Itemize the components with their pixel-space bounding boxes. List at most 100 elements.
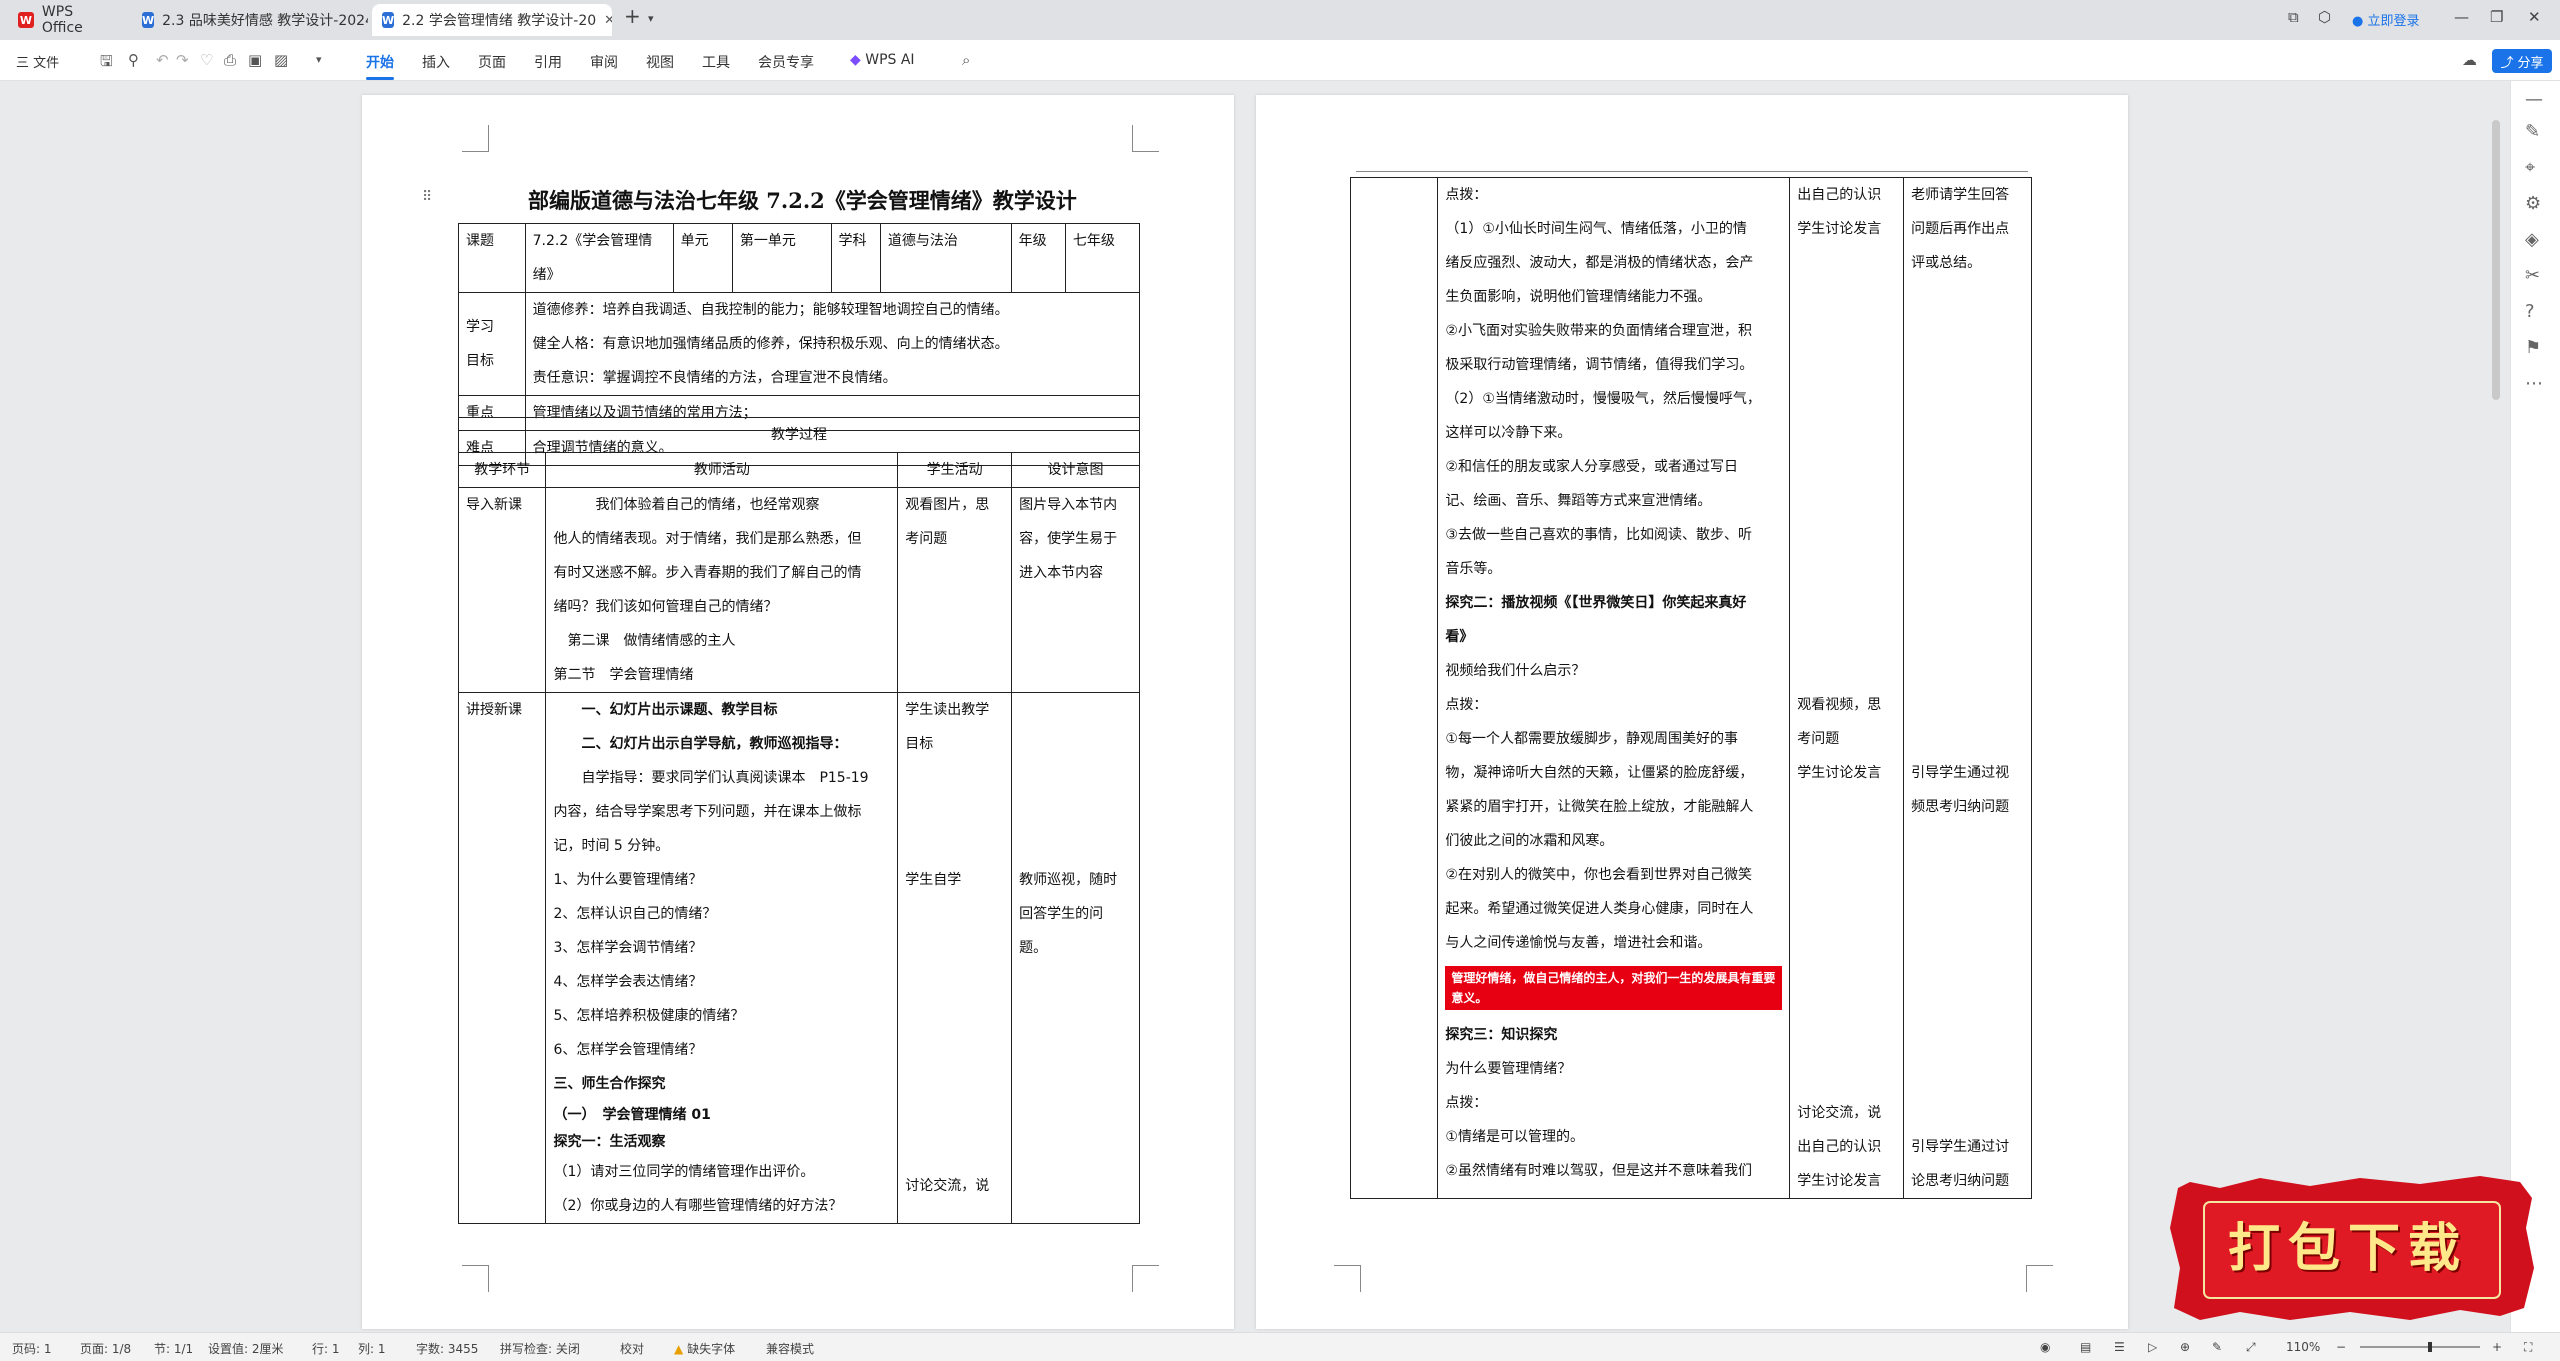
play-icon[interactable]: ▷ (2148, 1340, 2157, 1354)
chevron-down-icon[interactable]: ▾ (648, 12, 654, 25)
word-doc-icon: W (142, 12, 155, 28)
outline-view-icon[interactable]: ☰ (2114, 1340, 2125, 1354)
cell-line: 出自己的认识 (1797, 1139, 1882, 1155)
highlight-note-box: 管理好情绪，做自己情绪的主人，对我们一生的发展具有重要意义。 (1445, 966, 1783, 1010)
pen-icon[interactable]: ✎ (2212, 1340, 2222, 1354)
vertical-scrollbar[interactable] (2492, 120, 2500, 400)
share-button[interactable]: ⤴ 分享 (2492, 49, 2552, 73)
close-window-icon[interactable]: ✕ (2528, 8, 2541, 26)
tab-document-2-3[interactable]: W 2.3 品味美好情感 教学设计-2024-20 (132, 4, 368, 36)
status-compat-mode[interactable]: 兼容模式 (766, 1340, 814, 1357)
search-icon[interactable]: ⌕ (962, 51, 970, 69)
status-row[interactable]: 行: 1 (312, 1340, 340, 1357)
zoom-slider[interactable] (2360, 1342, 2480, 1352)
tab-references[interactable]: 引用 (534, 52, 562, 72)
zoom-in-icon[interactable]: + (2492, 1340, 2502, 1354)
cell-line: 观看视频，思 (1797, 697, 1882, 713)
page-view-icon[interactable]: ▤ (2080, 1340, 2091, 1354)
column-header: 教师活动 (545, 452, 899, 488)
tab-document-2-2[interactable]: W 2.2 学会管理情绪 教学设计-20 ✕ (372, 4, 612, 36)
header-line (1356, 171, 2028, 172)
cell-line: ③去做一些自己喜欢的事情，比如阅读、散步、听 (1445, 527, 1752, 543)
cube-icon[interactable]: ⬡ (2318, 8, 2331, 26)
undo-icon[interactable]: ↶ (156, 51, 169, 69)
document-page-1[interactable]: ⠿ 部编版道德与法治七年级 7.2.2《学会管理情绪》教学设计 课题 7.2.2… (362, 95, 1234, 1329)
select-cursor-icon[interactable]: ⌖ (2525, 157, 2535, 178)
tab-wps-office[interactable]: W WPS Office (8, 4, 128, 36)
tab-insert[interactable]: 插入 (422, 52, 450, 72)
cell-line: 4、怎样学会表达情绪？ (553, 974, 703, 990)
login-button[interactable]: ● 立即登录 (2352, 10, 2420, 29)
cell-line: ②和信任的朋友或家人分享感受，或者通过写日 (1445, 459, 1738, 475)
settings-icon[interactable]: ⚑ (2525, 337, 2541, 358)
more-chevron-icon[interactable]: ▾ (316, 53, 322, 66)
tab-home[interactable]: 开始 (366, 52, 394, 80)
status-spellcheck[interactable]: 拼写检查: 关闭 (500, 1340, 580, 1357)
tab-view[interactable]: 视图 (646, 52, 674, 72)
cell-line: （1）请对三位同学的情绪管理作出评价。 (553, 1164, 815, 1180)
download-promo-banner[interactable]: 打包下载 (2160, 1168, 2540, 1326)
redo-icon[interactable]: ↷ (176, 51, 189, 69)
edit-pen-icon[interactable]: ✎ (2525, 121, 2540, 142)
export-pdf-icon[interactable]: ▣ (248, 51, 262, 69)
close-tab-icon[interactable]: ✕ (604, 13, 612, 28)
drag-handle-icon[interactable]: ⠿ (422, 189, 432, 205)
cell-line: 紧紧的眉宇打开，让微笑在脸上绽放，才能融解人 (1445, 799, 1754, 815)
status-word-count[interactable]: 字数: 3455 (416, 1340, 478, 1357)
right-sidebar: — ✎ ⌖ ⚙ ◈ ✂ ? ⚑ ⋯ (2510, 81, 2560, 1332)
more-icon[interactable]: ⋯ (2525, 373, 2543, 394)
status-pages[interactable]: 页面: 1/8 (80, 1340, 131, 1357)
status-section[interactable]: 节: 1/1 (154, 1340, 193, 1357)
format-painter-icon[interactable]: ♡ (200, 51, 213, 69)
tab-member[interactable]: 会员专享 (758, 52, 814, 72)
table-cell: 第一单元 (731, 223, 832, 293)
cloud-icon[interactable]: ☁ (2462, 51, 2477, 69)
table-cell: 观看图片，思 考问题 (897, 487, 1013, 693)
status-page[interactable]: 页码: 1 (12, 1340, 52, 1357)
cell-line: 三、师生合作探究 (553, 1076, 666, 1092)
status-setting[interactable]: 设置值: 2厘米 (208, 1340, 284, 1357)
new-tab-icon[interactable]: + (624, 4, 641, 28)
table-row: 学习 目标 道德修养：培养自我调适、自我控制的能力；能够较理智地调控自己的情绪。… (458, 292, 1141, 396)
goal-line: 道德修养：培养自我调适、自我控制的能力；能够较理智地调控自己的情绪。 (532, 302, 1009, 318)
share-icon: ⤴ (2500, 55, 2514, 71)
crop-mark (1132, 125, 1159, 152)
cell-line: 频思考归纳问题 (1911, 799, 2010, 815)
wps-ai-button[interactable]: ◆ WPS AI (850, 52, 915, 68)
collapse-icon[interactable]: — (2525, 89, 2543, 110)
file-menu[interactable]: 三 文件 (16, 52, 59, 71)
tab-review[interactable]: 审阅 (590, 52, 618, 72)
zoom-out-icon[interactable]: − (2336, 1340, 2346, 1354)
print-icon[interactable]: ⎙ (224, 51, 236, 69)
help-icon[interactable]: ? (2525, 301, 2535, 322)
fullscreen-icon[interactable]: ⛶ (2524, 1340, 2532, 1355)
shape-icon[interactable]: ◈ (2525, 229, 2539, 250)
table-cell (1349, 177, 1439, 1199)
eye-icon[interactable]: ◉ (2040, 1340, 2050, 1354)
document-title: 部编版道德与法治七年级 7.2.2《学会管理情绪》教学设计 (528, 188, 1077, 213)
fit-page-icon[interactable]: ⤢ (2246, 1340, 2256, 1355)
table-cell: 学习 目标 (458, 292, 526, 396)
tools-icon[interactable]: ✂ (2525, 265, 2540, 286)
status-missing-font[interactable]: ▲ 缺失字体 (674, 1340, 735, 1357)
status-column[interactable]: 列: 1 (358, 1340, 386, 1357)
search-replace-icon[interactable]: ⚲ (128, 51, 139, 69)
cell-line: ①每一个人都需要放缓脚步，静观周围美好的事 (1445, 731, 1738, 747)
goal-line: 责任意识：掌握调控不良情绪的方法，合理宣泄不良情绪。 (532, 370, 897, 386)
zoom-slider-handle[interactable] (2428, 1342, 2432, 1352)
zoom-level[interactable]: 110% (2286, 1340, 2320, 1354)
web-view-icon[interactable]: ⊕ (2180, 1340, 2190, 1354)
save-icon[interactable]: 🖫 (100, 51, 113, 76)
restore-icon[interactable]: ❐ (2490, 8, 2503, 26)
status-proofread[interactable]: 校对 (620, 1340, 644, 1357)
image-icon[interactable]: ▨ (274, 51, 288, 69)
adjust-icon[interactable]: ⚙ (2525, 193, 2541, 214)
window-layout-icon[interactable]: ⧉ (2288, 8, 2299, 26)
cell-line: 引导学生通过视 (1911, 765, 2010, 781)
document-page-2[interactable]: 点拨： （1）①小仙长时间生闷气、情绪低落，小卫的情 绪反应强烈、波动大，都是消… (1256, 95, 2128, 1329)
tab-page[interactable]: 页面 (478, 52, 506, 72)
table-cell: 我们体验着自己的情绪，也经常观察 他人的情绪表现。对于情绪，我们是那么熟悉，但 … (545, 487, 899, 693)
minimize-icon[interactable]: — (2454, 8, 2469, 26)
tab-tools[interactable]: 工具 (702, 52, 730, 72)
table-cell: 教师巡视，随时 回答学生的问 题。 (1011, 692, 1140, 1224)
